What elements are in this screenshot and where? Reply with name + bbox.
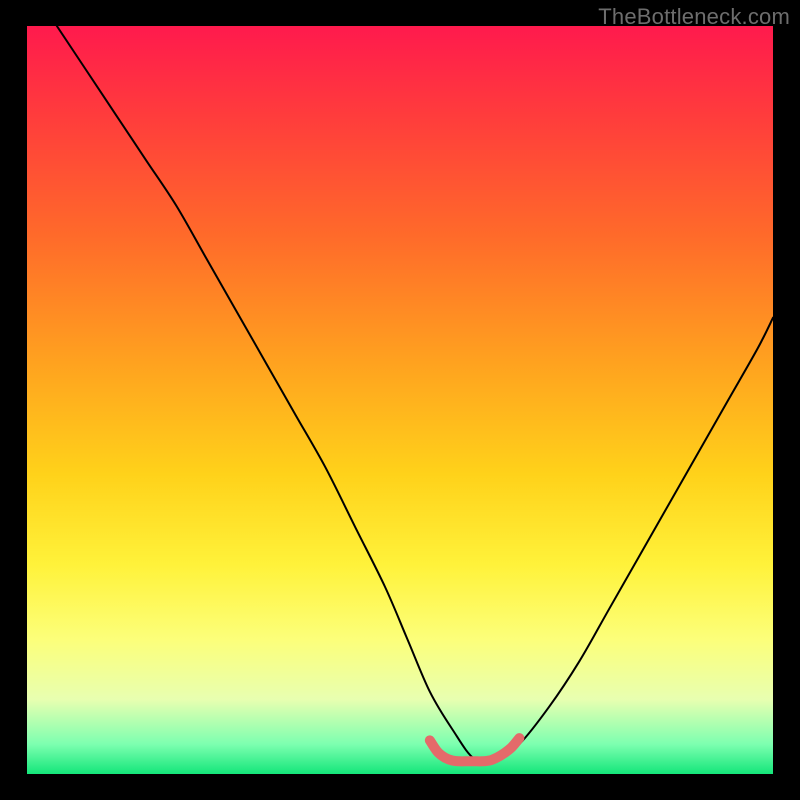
optimal-zone-highlight: [430, 738, 520, 761]
chart-frame: TheBottleneck.com: [0, 0, 800, 800]
chart-plot-area: [27, 26, 773, 774]
watermark-text: TheBottleneck.com: [598, 4, 790, 30]
bottleneck-curve: [57, 26, 773, 762]
chart-svg: [27, 26, 773, 774]
